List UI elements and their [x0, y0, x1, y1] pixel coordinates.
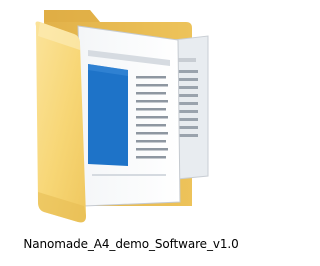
desktop-area: Nanomade_A4_demo_Software_v1.0	[0, 0, 262, 266]
folder-item[interactable]: Nanomade_A4_demo_Software_v1.0	[0, 0, 262, 266]
folder-with-documents-icon[interactable]	[30, 6, 230, 228]
folder-name-label[interactable]: Nanomade_A4_demo_Software_v1.0	[0, 236, 262, 252]
